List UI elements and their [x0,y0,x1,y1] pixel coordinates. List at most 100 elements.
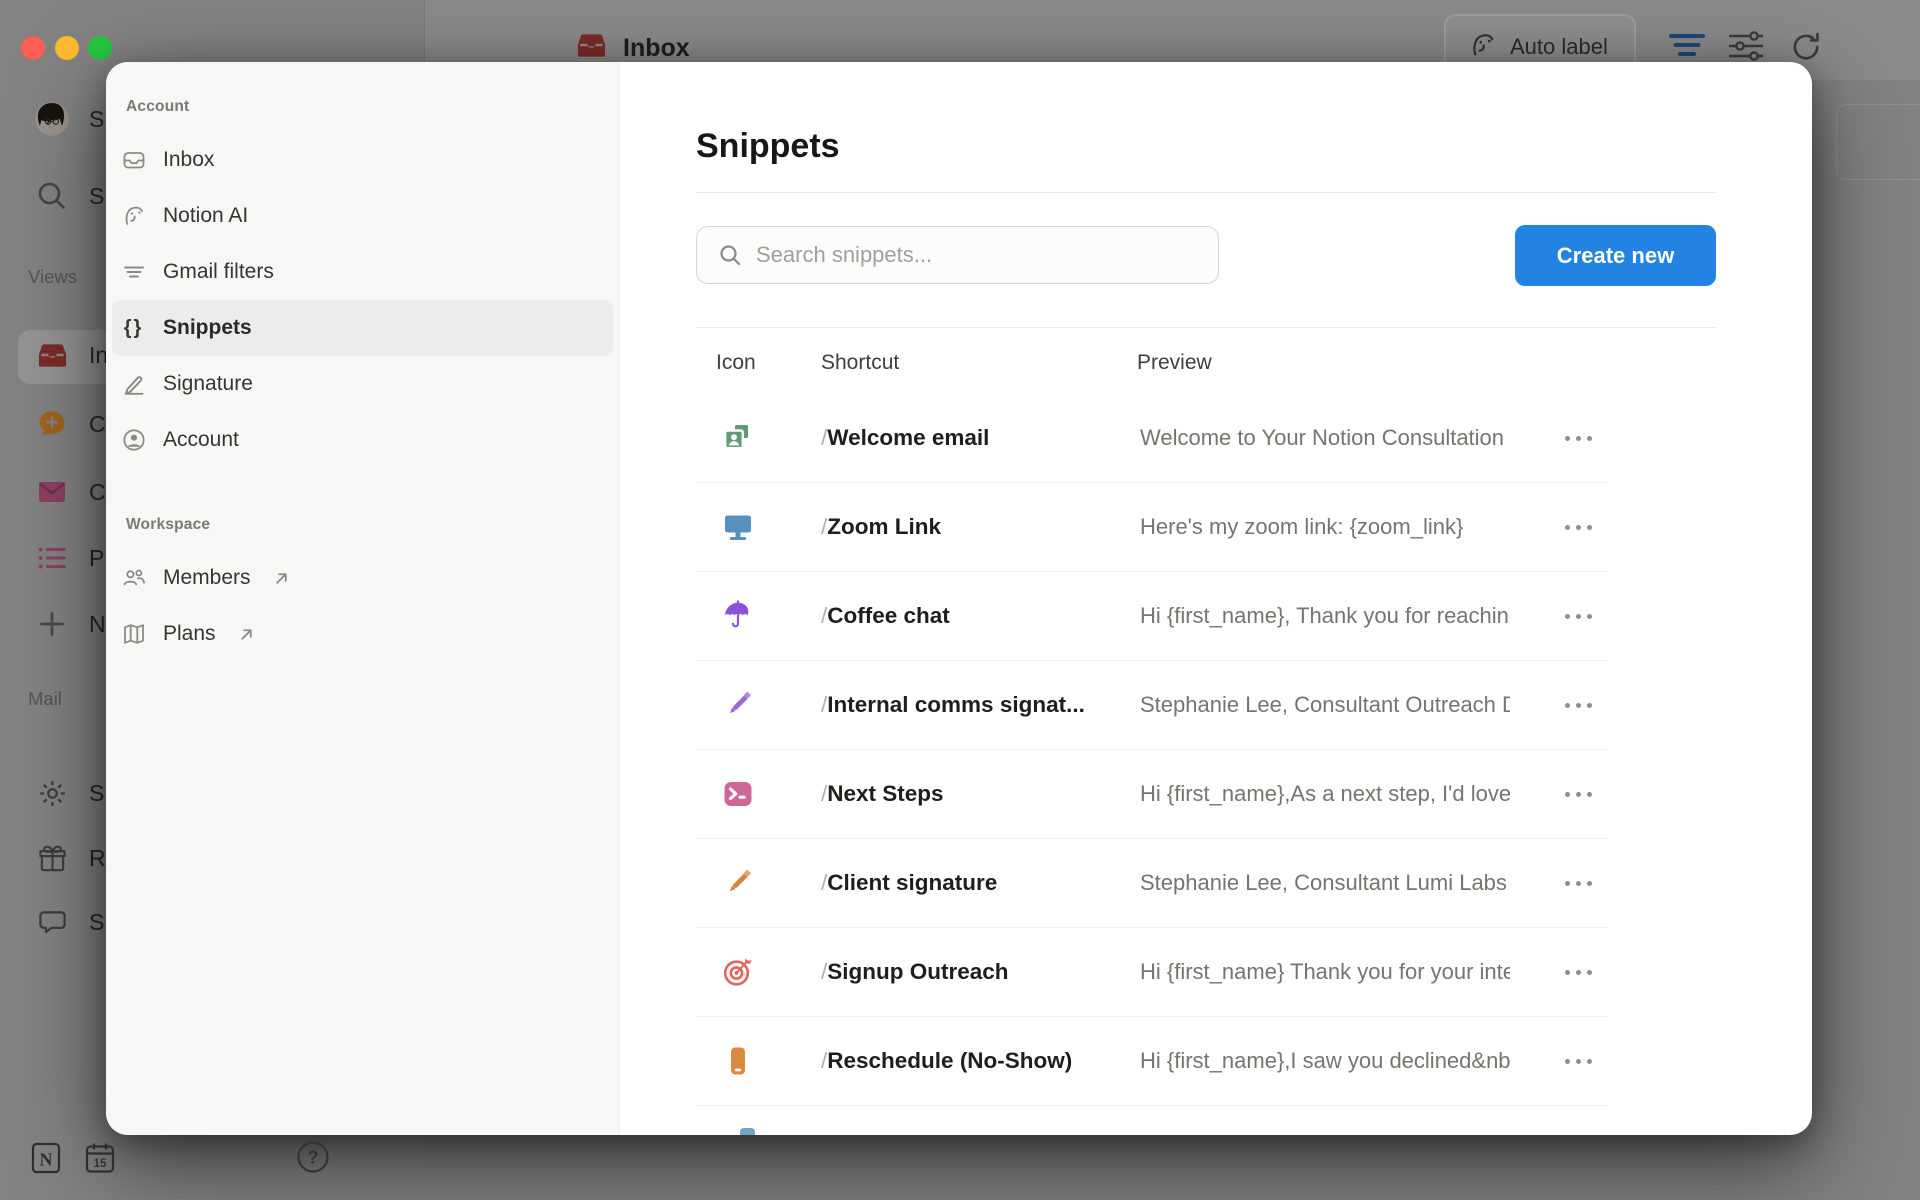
search-side-icon [33,180,71,212]
svg-text:15: 15 [94,1158,107,1170]
notion-app-icon: N [28,1140,64,1181]
row-menu-button[interactable] [1548,483,1608,571]
table-row[interactable]: /Welcome email Welcome to Your Notion Co… [696,394,1608,483]
row-menu-button[interactable] [1548,394,1608,482]
snippet-preview: Stephanie Lee, Consultant Outreach De... [1140,661,1510,749]
table-row[interactable]: /Signup Outreach Hi {first_name} Thank y… [696,928,1608,1017]
notion-ai-icon [120,203,147,230]
inbox-red-icon [576,30,607,66]
partial-next-row-icon [740,1128,755,1135]
table-row[interactable]: /Next Steps Hi {first_name},As a next st… [696,750,1608,839]
snippet-table: /Welcome email Welcome to Your Notion Co… [696,394,1608,1106]
external-link-icon [273,570,290,587]
nav-item-label: Gmail filters [163,260,274,284]
filter-icon [1668,30,1706,65]
table-row[interactable]: /Zoom Link Here's my zoom link: {zoom_li… [696,483,1608,572]
sidebar-search: S [0,180,106,212]
row-menu-button[interactable] [1548,1017,1608,1105]
background-sidebar-items: SSViewsInCCPNMailSRS [0,0,106,1200]
terminal-icon [722,778,754,810]
inbox-icon [120,147,147,174]
chat-plus-icon [33,408,71,440]
nav-item-account[interactable]: Account [112,412,613,468]
monitor-icon [722,511,754,543]
snippet-preview: Hi {first_name},As a next step, I'd love… [1140,750,1510,838]
title-divider [696,192,1716,193]
nav-item-label: Snippets [163,316,252,340]
table-row[interactable]: /Internal comms signat... Stephanie Lee,… [696,661,1608,750]
nav-item-snippets[interactable]: {} Snippets [112,300,613,356]
column-header-shortcut: Shortcut [821,328,899,398]
create-new-button[interactable]: Create new [1515,225,1716,286]
snippet-search[interactable] [696,226,1219,284]
snippet-shortcut: /Client signature [821,839,997,927]
column-header-icon: Icon [716,328,756,398]
snippet-shortcut: /Next Steps [821,750,944,838]
snippet-shortcut: /Welcome email [821,394,989,482]
braces-icon: {} [120,315,147,342]
column-header-preview: Preview [1137,328,1212,398]
snippet-shortcut: /Reschedule (No-Show) [821,1017,1072,1105]
target-icon [722,956,754,988]
sidebar-item-rewards: R [0,843,106,874]
sidebar-item-label: In [89,342,106,369]
snippet-preview: Hi {first_name} Thank you for your inter… [1140,928,1510,1016]
nav-item-label: Plans [163,622,216,646]
umbrella-icon [722,600,754,632]
snippet-preview: Hi {first_name},I saw you declined&nbsp.… [1140,1017,1510,1105]
plans-icon [120,621,147,648]
sidebar-item-label: S [89,106,104,133]
nav-item-plans[interactable]: Plans [112,606,613,662]
nav-section-header: Account [126,98,613,116]
ai-sparkle-icon [1468,30,1498,65]
sidebar-item-label: S [89,780,104,807]
background-inbox-header: Inbox [576,30,690,66]
members-icon [120,565,147,592]
row-menu-button[interactable] [1548,839,1608,927]
sidebar-views-label: Views [28,266,77,288]
sidebar-item-label: R [89,845,106,872]
nav-item-inbox[interactable]: Inbox [112,132,613,188]
table-row[interactable]: /Reschedule (No-Show) Hi {first_name},I … [696,1017,1608,1106]
sidebar-item-label: S [89,909,104,936]
sidebar-item-label: C [89,479,106,506]
nav-item-label: Members [163,566,251,590]
table-row[interactable]: /Client signature Stephanie Lee, Consult… [696,839,1608,928]
nav-item-label: Inbox [163,148,214,172]
sidebar-item-new-view: N [0,608,106,640]
search-input[interactable] [754,241,1178,269]
nav-item-label: Notion AI [163,204,248,228]
gear-icon [33,778,71,809]
row-menu-button[interactable] [1548,750,1608,838]
snippet-preview: Welcome to Your Notion Consultation Jo..… [1140,394,1510,482]
help-icon: ? [296,1140,330,1179]
account-icon [120,427,147,454]
speech-icon [33,907,71,938]
sidebar-profile: S [0,98,106,140]
nav-item-notion-ai[interactable]: Notion AI [112,188,613,244]
row-menu-button[interactable] [1548,928,1608,1016]
external-link-icon [238,626,255,643]
gift-icon [33,843,71,874]
sidebar-item-settings: S [0,778,106,809]
settings-main: Snippets Create new Icon Shortcut Previe… [620,62,1812,1135]
table-header: Icon Shortcut Preview [696,327,1716,394]
table-row[interactable]: /Coffee chat Hi {first_name}, Thank you … [696,572,1608,661]
nav-item-members[interactable]: Members [112,550,613,606]
sidebar-item-support: S [0,907,106,938]
snippet-preview: Stephanie Lee, Consultant Lumi Labs for.… [1140,839,1510,927]
sidebar-item-chat: C [0,408,106,440]
sidebar-item-label: C [89,411,106,438]
sidebar-item-label: S [89,183,104,210]
avatar-icon [33,98,71,140]
snippet-shortcut: /Internal comms signat... [821,661,1085,749]
sidebar-item-label: P [89,545,104,572]
nav-item-gmail-filters[interactable]: Gmail filters [112,244,613,300]
search-icon [719,244,742,267]
background-panel-edge [1836,104,1920,180]
row-menu-button[interactable] [1548,572,1608,660]
page-title: Snippets [696,124,1716,168]
auto-label-label: Auto label [1510,34,1608,60]
nav-item-signature[interactable]: Signature [112,356,613,412]
row-menu-button[interactable] [1548,661,1608,749]
